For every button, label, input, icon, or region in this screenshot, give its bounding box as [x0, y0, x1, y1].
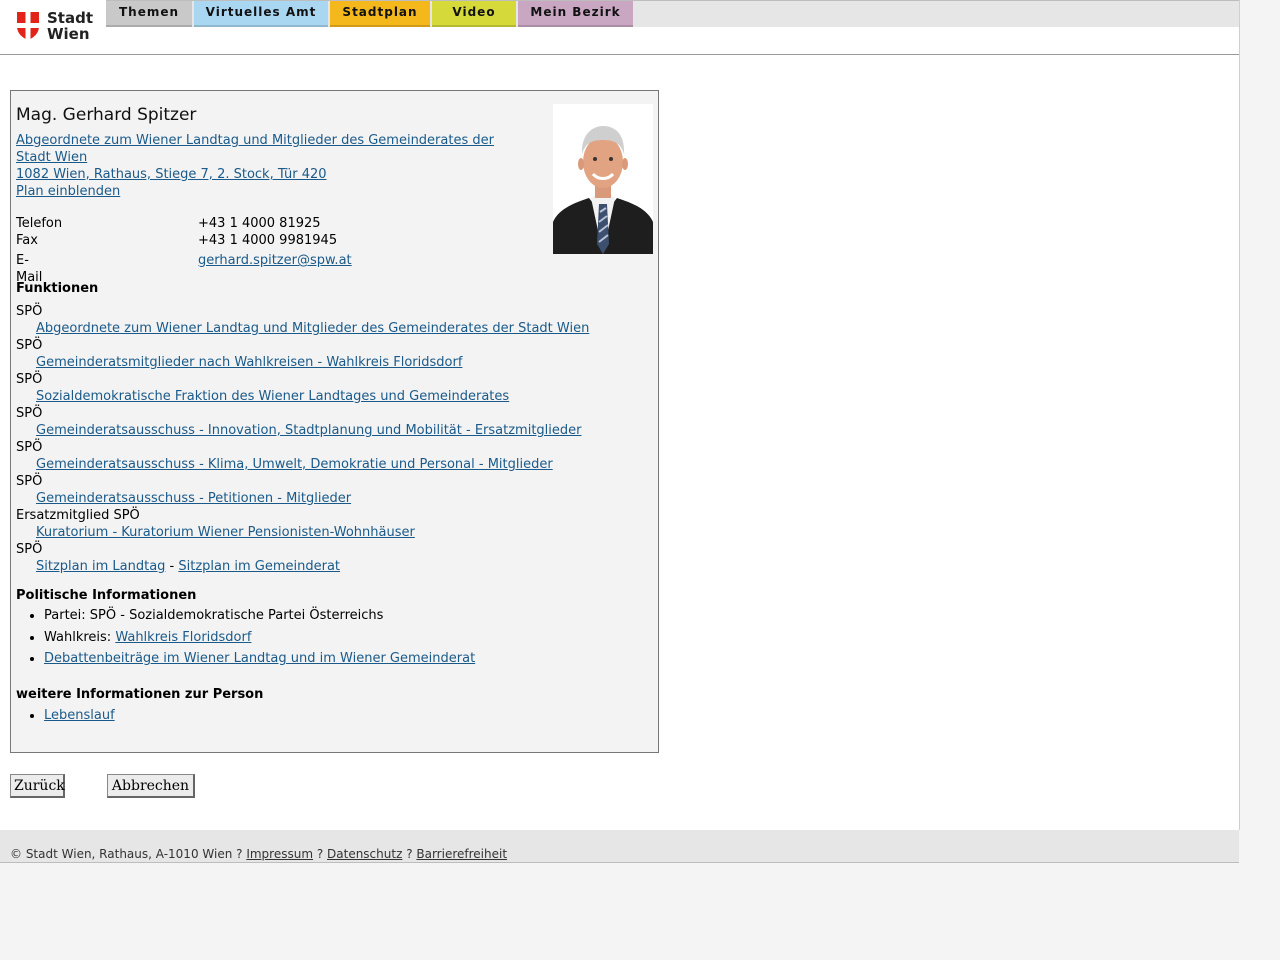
function-party: SPÖ: [16, 440, 43, 455]
office-link-line-1[interactable]: Abgeordnete zum Wiener Landtag und Mitgl…: [16, 133, 494, 148]
nav-tab-themen[interactable]: Themen: [106, 1, 192, 27]
fax-label: Fax: [16, 233, 38, 248]
footer-separator: ?: [402, 847, 417, 861]
back-button[interactable]: Zurück: [10, 774, 65, 798]
impressum-link[interactable]: Impressum: [246, 847, 313, 861]
function-link[interactable]: Kuratorium - Kuratorium Wiener Pensionis…: [36, 525, 415, 540]
cv-item: Lebenslauf: [44, 705, 115, 726]
district-link[interactable]: Wahlkreis Floridsdorf: [115, 630, 251, 645]
function-party: SPÖ: [16, 542, 43, 557]
function-link[interactable]: Gemeinderatsausschuss - Klima, Umwelt, D…: [36, 457, 553, 472]
nav-tab-virtuelles-amt[interactable]: Virtuelles Amt: [194, 1, 328, 27]
address-block: Abgeordnete zum Wiener Landtag und Mitgl…: [16, 132, 494, 200]
functions-list: SPÖ Abgeordnete zum Wiener Landtag und M…: [16, 303, 589, 575]
person-name: Mag. Gerhard Spitzer: [16, 105, 197, 125]
person-photo: [553, 104, 653, 254]
debates-link[interactable]: Debattenbeiträge im Wiener Landtag und i…: [44, 651, 475, 666]
cancel-button[interactable]: Abbrechen: [107, 774, 195, 798]
logo-text-wien: Wien: [47, 25, 90, 43]
site-header: Stadt Wien Themen Virtuelles Amt Stadtpl…: [0, 0, 1239, 55]
seat-plan-landtag-link[interactable]: Sitzplan im Landtag: [36, 559, 165, 574]
more-info-list: Lebenslauf: [16, 705, 115, 726]
stadt-wien-logo[interactable]: Stadt Wien: [17, 10, 107, 42]
function-party: SPÖ: [16, 338, 43, 353]
function-party: SPÖ: [16, 406, 43, 421]
show-plan-link[interactable]: Plan einblenden: [16, 184, 120, 199]
copyright-text: © Stadt Wien, Rathaus, A-1010 Wien ?: [10, 847, 247, 861]
fax-value: +43 1 4000 9981945: [198, 233, 338, 248]
office-link-line-2[interactable]: Stadt Wien: [16, 150, 87, 165]
phone-label: Telefon: [16, 216, 63, 231]
seat-plan-separator: -: [165, 559, 179, 574]
main-navigation: Themen Virtuelles Amt Stadtplan Video Me…: [106, 0, 1239, 27]
more-info-heading: weitere Informationen zur Person: [16, 687, 264, 702]
nav-tab-video[interactable]: Video: [432, 1, 516, 27]
function-party: SPÖ: [16, 372, 43, 387]
function-link[interactable]: Gemeinderatsmitglieder nach Wahlkreisen …: [36, 355, 462, 370]
political-info-heading: Politische Informationen: [16, 588, 197, 603]
phone-value: +43 1 4000 81925: [198, 216, 321, 231]
site-footer: © Stadt Wien, Rathaus, A-1010 Wien ? Imp…: [0, 830, 1239, 863]
function-party: SPÖ: [16, 474, 43, 489]
nav-filler: [635, 1, 1239, 25]
function-party: SPÖ: [16, 304, 43, 319]
seat-plan-gemeinderat-link[interactable]: Sitzplan im Gemeinderat: [178, 559, 340, 574]
person-card: Mag. Gerhard Spitzer Abgeordnete zum Wie…: [10, 90, 659, 753]
function-link[interactable]: Gemeinderatsausschuss - Petitionen - Mit…: [36, 491, 351, 506]
datenschutz-link[interactable]: Datenschutz: [327, 847, 402, 861]
debates-item: Debattenbeiträge im Wiener Landtag und i…: [44, 648, 475, 670]
barrierefreiheit-link[interactable]: Barrierefreiheit: [416, 847, 507, 861]
page: Stadt Wien Themen Virtuelles Amt Stadtpl…: [0, 0, 1240, 830]
nav-tab-stadtplan[interactable]: Stadtplan: [330, 1, 430, 27]
footer-text: © Stadt Wien, Rathaus, A-1010 Wien ? Imp…: [10, 847, 507, 861]
function-party: Ersatzmitglied SPÖ: [16, 508, 140, 523]
logo-text-stadt: Stadt: [47, 9, 94, 27]
address-link[interactable]: 1082 Wien, Rathaus, Stiege 7, 2. Stock, …: [16, 167, 327, 182]
political-info-list: Partei: SPÖ - Sozialdemokratische Partei…: [16, 605, 475, 670]
party-item: Partei: SPÖ - Sozialdemokratische Partei…: [44, 605, 475, 627]
footer-separator: ?: [313, 847, 328, 861]
functions-heading: Funktionen: [16, 281, 99, 296]
nav-tab-mein-bezirk[interactable]: Mein Bezirk: [518, 1, 633, 27]
function-link[interactable]: Gemeinderatsausschuss - Innovation, Stad…: [36, 423, 581, 438]
function-link[interactable]: Abgeordnete zum Wiener Landtag und Mitgl…: [36, 321, 589, 336]
function-link[interactable]: Sozialdemokratische Fraktion des Wiener …: [36, 389, 509, 404]
vienna-shield-icon: [17, 12, 39, 40]
district-label: Wahlkreis:: [44, 629, 116, 645]
email-link[interactable]: gerhard.spitzer@spw.at: [198, 252, 352, 269]
district-item: Wahlkreis: Wahlkreis Floridsdorf: [44, 627, 475, 649]
cv-link[interactable]: Lebenslauf: [44, 708, 115, 723]
